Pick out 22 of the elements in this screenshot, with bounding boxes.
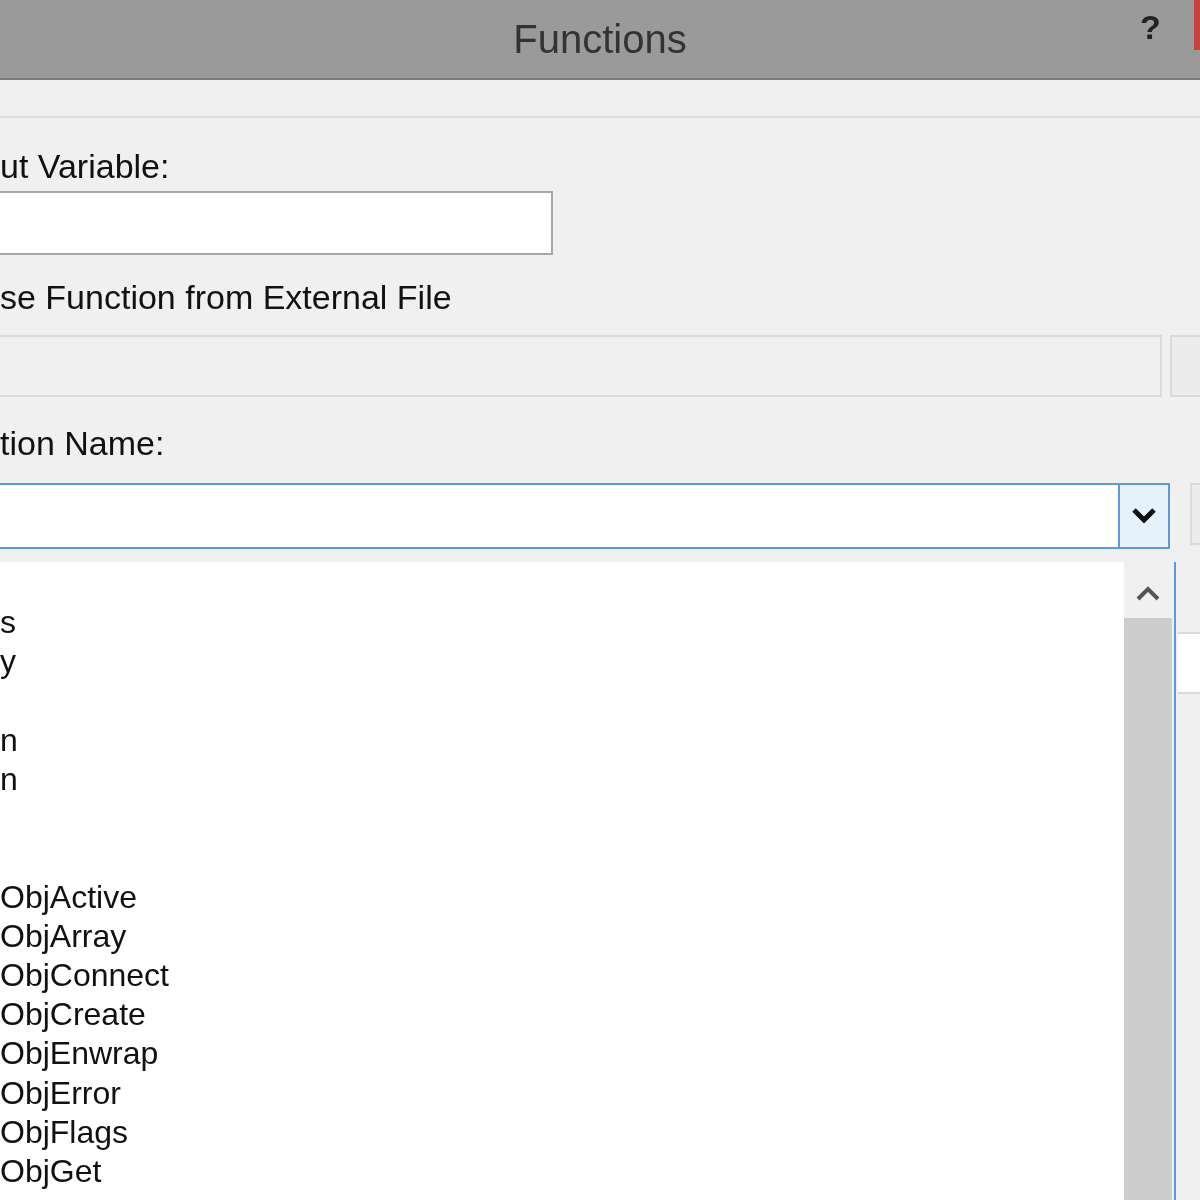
- list-item[interactable]: ObjFlags: [0, 1114, 129, 1149]
- list-item[interactable]: n: [0, 722, 18, 757]
- list-item[interactable]: ObjGet: [0, 1154, 102, 1188]
- window-title: Functions: [513, 16, 687, 63]
- list-item[interactable]: ObjEnwrap: [0, 1036, 159, 1071]
- input-field[interactable]: [0, 191, 553, 255]
- help-button[interactable]: ?: [1140, 2, 1161, 53]
- dropdown-button[interactable]: [1118, 485, 1169, 547]
- list-item[interactable]: y: [0, 644, 16, 679]
- list-item[interactable]: ObjActive: [0, 879, 137, 914]
- list-item[interactable]: ObjCreate: [0, 997, 146, 1032]
- scroll-up-icon[interactable]: [1135, 584, 1161, 602]
- field-label: tion Name:: [0, 423, 166, 463]
- chevron-down-icon: [1131, 507, 1158, 525]
- table-edge: [1178, 632, 1200, 694]
- field-label: ut Variable:: [0, 146, 171, 186]
- list-item[interactable]: ObjArray: [0, 918, 127, 953]
- list-item[interactable]: ObjError: [0, 1075, 121, 1110]
- list-item[interactable]: ObjConnect: [0, 958, 169, 992]
- list-item[interactable]: n: [0, 762, 18, 796]
- close-button[interactable]: [1194, 0, 1200, 50]
- list-item[interactable]: s: [0, 605, 16, 640]
